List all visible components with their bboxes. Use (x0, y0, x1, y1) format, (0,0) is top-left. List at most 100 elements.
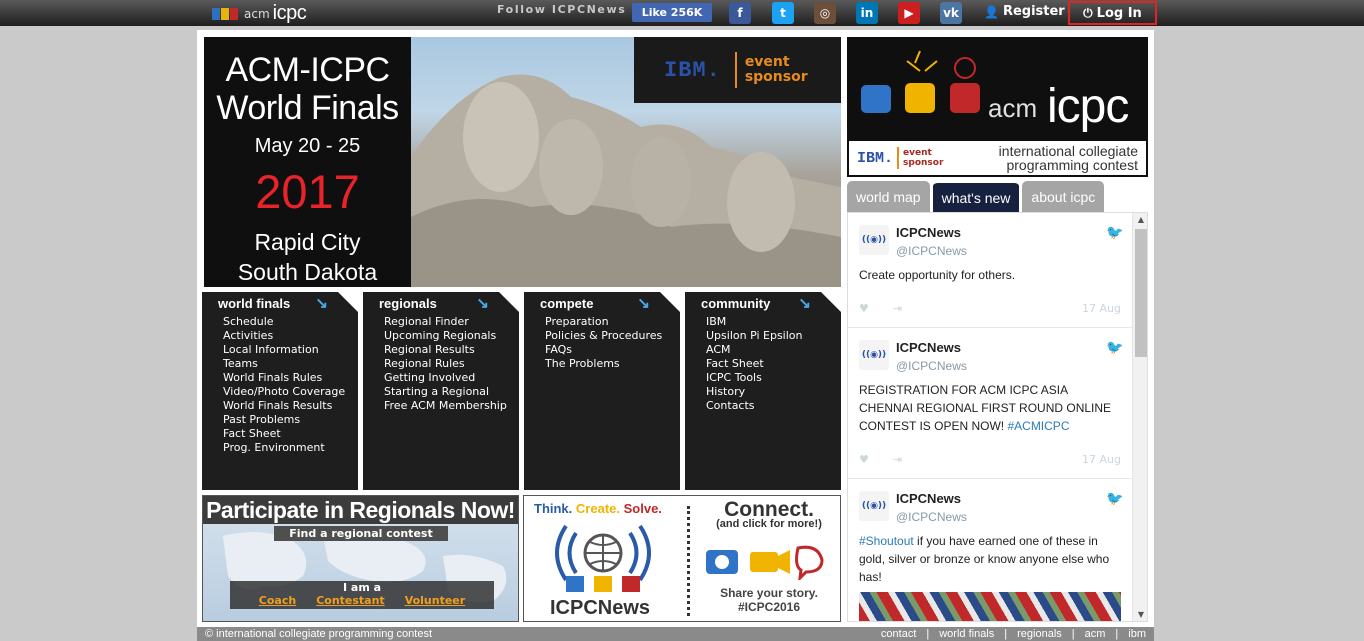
menu-heading[interactable]: world finals ↘ (202, 292, 358, 314)
menu-link[interactable]: Fact Sheet (706, 357, 841, 371)
footer-link[interactable]: regionals (1017, 628, 1062, 640)
menu-heading[interactable]: regionals ↘ (363, 292, 519, 314)
find-regional-button[interactable]: Find a regional contest (274, 526, 448, 541)
tweet-date[interactable]: 17 Aug (1082, 453, 1121, 466)
menu-link[interactable]: Teams (223, 357, 358, 371)
menu-link[interactable]: Free ACM Membership (384, 399, 519, 413)
login-button[interactable]: ⏻ Log In (1068, 1, 1157, 25)
instagram-icon[interactable]: ◎ (814, 2, 836, 24)
youtube-icon[interactable]: ▶ (898, 2, 920, 24)
banner-city-line1: Rapid City (254, 229, 361, 255)
like-heart-icon[interactable]: ♥ (859, 453, 869, 466)
tweet-card[interactable]: ((◉)) ICPCNews @ICPCNews 🐦 REGISTRATION … (848, 328, 1132, 479)
scroll-thumb[interactable] (1135, 229, 1147, 357)
menu-link[interactable]: Local Information (223, 343, 358, 357)
menu-link[interactable]: IBM (706, 315, 841, 329)
menu-link[interactable]: Regional Finder (384, 315, 519, 329)
scroll-up-icon[interactable]: ▲ (1135, 215, 1147, 224)
tweet-card[interactable]: ((◉)) ICPCNews @ICPCNews 🐦 Create opport… (848, 213, 1132, 328)
menu-link[interactable]: Past Problems (223, 413, 358, 427)
menu-link[interactable]: History (706, 385, 841, 399)
event-label-line1: event (744, 54, 790, 70)
menu-heading-label: world finals (218, 295, 291, 311)
acm-icpc-logo[interactable]: acm icpc (212, 2, 307, 25)
tweet-handle[interactable]: @ICPCNews (896, 359, 967, 373)
menu-link[interactable]: Activities (223, 329, 358, 343)
footer-link[interactable]: contact (881, 628, 916, 640)
menu-link[interactable]: Policies & Procedures (545, 329, 680, 343)
ibm-sponsor-badge[interactable]: IBM. event sponsor (634, 37, 841, 103)
footer-link[interactable]: world finals (939, 628, 994, 640)
menu-link[interactable]: Starting a Regional (384, 385, 519, 399)
menu-link[interactable]: Fact Sheet (223, 427, 358, 441)
hashtag-link[interactable]: #Shoutout (859, 534, 914, 548)
tab-world-map[interactable]: world map (847, 181, 930, 212)
twitter-bird-icon[interactable]: 🐦 (1106, 491, 1123, 507)
logo-blocks-icon (212, 7, 238, 20)
tweet-text: #Shoutout if you have earned one of thes… (859, 532, 1121, 586)
menu-link[interactable]: Upcoming Regionals (384, 329, 519, 343)
tweet-handle[interactable]: @ICPCNews (896, 244, 967, 258)
strip-event-line2: sponsor (903, 158, 944, 168)
tweet-card[interactable]: ((◉)) ICPCNews @ICPCNews 🐦 #Shoutout if … (848, 479, 1132, 621)
menu-link[interactable]: Video/Photo Coverage (223, 385, 358, 399)
menu-link[interactable]: The Problems (545, 357, 680, 371)
vk-icon[interactable]: vk (940, 2, 962, 24)
role-contestant-link[interactable]: Contestant (316, 594, 385, 607)
menu-heading[interactable]: community ↘ (685, 292, 841, 314)
menu-heading[interactable]: compete ↘ (524, 292, 680, 314)
icpcnews-avatar[interactable]: ((◉)) (859, 225, 889, 255)
twitter-bird-icon[interactable]: 🐦 (1106, 225, 1123, 241)
tab-whats-new[interactable]: what's new (932, 181, 1020, 212)
linkedin-icon[interactable]: in (856, 2, 878, 24)
menu-link[interactable]: ICPC Tools (706, 371, 841, 385)
connect-subtitle: (and click for more!) (716, 518, 822, 530)
icpcnews-avatar[interactable]: ((◉)) (859, 340, 889, 370)
menu-link[interactable]: ACM (706, 343, 841, 357)
logo-icpc-text: icpc (272, 2, 307, 24)
footer-link[interactable]: ibm (1128, 628, 1146, 640)
hashtag-link[interactable]: #ACMICPC (1007, 419, 1069, 433)
scroll-down-icon[interactable]: ▼ (1135, 610, 1147, 619)
ibm-logo: IBM. (664, 57, 721, 83)
menu-link[interactable]: Contacts (706, 399, 841, 413)
tweet-author[interactable]: ICPCNews (896, 340, 967, 355)
role-volunteer-link[interactable]: Volunteer (405, 594, 466, 607)
menu-link[interactable]: Schedule (223, 315, 358, 329)
tweet-handle[interactable]: @ICPCNews (896, 510, 967, 524)
menu-link[interactable]: Regional Rules (384, 357, 519, 371)
menu-link[interactable]: Upsilon Pi Epsilon (706, 329, 841, 343)
icpcnews-avatar[interactable]: ((◉)) (859, 491, 889, 521)
menu-link[interactable]: Preparation (545, 315, 680, 329)
tweet-author[interactable]: ICPCNews (896, 225, 967, 240)
event-sponsor-label: event sponsor (745, 55, 808, 85)
menu-link[interactable]: World Finals Rules (223, 371, 358, 385)
menu-link[interactable]: Getting Involved (384, 371, 519, 385)
footer-link[interactable]: acm (1085, 628, 1106, 640)
twitter-bird-icon[interactable]: 🐦 (1106, 340, 1123, 356)
share-icon[interactable]: ⇥ (893, 302, 902, 315)
like-heart-icon[interactable]: ♥ (859, 302, 869, 315)
solve-word: Solve. (623, 501, 662, 516)
twitter-feed[interactable]: ((◉)) ICPCNews @ICPCNews 🐦 Create opport… (847, 212, 1148, 622)
tweet-media-image[interactable] (859, 592, 1121, 621)
footer-copyright: © international collegiate programming c… (205, 628, 433, 640)
twitter-icon[interactable]: t (772, 2, 794, 24)
menu-link[interactable]: Prog. Environment (223, 441, 358, 455)
feed-scrollbar[interactable]: ▲ ▼ (1132, 213, 1147, 621)
facebook-like-button[interactable]: Like 256K (632, 3, 712, 22)
menu-link[interactable]: World Finals Results (223, 399, 358, 413)
register-link[interactable]: 👤 Register (984, 4, 1065, 19)
regionals-promo[interactable]: Participate in Regionals Now! Find a reg… (202, 495, 519, 622)
footer-separator: | (1004, 628, 1008, 640)
menu-link[interactable]: FAQs (545, 343, 680, 357)
tab-about-icpc[interactable]: about icpc (1022, 181, 1105, 212)
icpcnews-promo[interactable]: Think. Create. Solve. ICPCNews Connect. … (523, 495, 841, 622)
role-coach-link[interactable]: Coach (259, 594, 296, 607)
world-finals-banner[interactable]: ACM-ICPC World Finals May 20 - 25 2017 R… (204, 37, 841, 287)
tweet-date[interactable]: 17 Aug (1082, 302, 1121, 315)
facebook-icon[interactable]: f (729, 2, 751, 24)
tweet-author[interactable]: ICPCNews (896, 491, 967, 506)
menu-link[interactable]: Regional Results (384, 343, 519, 357)
share-icon[interactable]: ⇥ (893, 453, 902, 466)
